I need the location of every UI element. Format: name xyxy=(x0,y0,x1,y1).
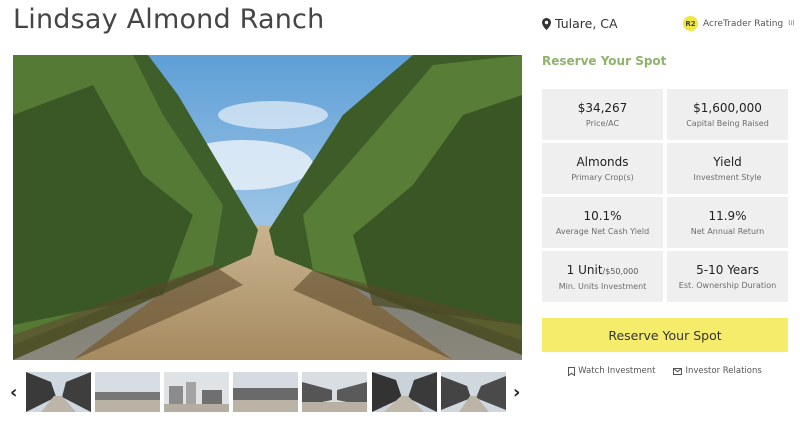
hero-image xyxy=(13,55,522,360)
location-text: Tulare, CA xyxy=(555,16,618,31)
stat-value: 10.1% xyxy=(583,209,622,223)
investor-relations-label: Investor Relations xyxy=(685,366,762,376)
thumbnail[interactable] xyxy=(372,372,437,412)
stat-label: Primary Crop(s) xyxy=(571,173,634,182)
stat-label: Price/AC xyxy=(585,119,620,128)
stat-net-return: 11.9% Net Annual Return xyxy=(667,197,788,248)
reserve-spot-link[interactable]: Reserve Your Spot xyxy=(542,54,666,68)
investment-stats: $34,267 Price/AC $1,600,000 Capital Bein… xyxy=(542,89,788,302)
chevron-left-icon[interactable]: ‹ xyxy=(10,382,17,403)
stat-label: Investment Style xyxy=(693,173,762,182)
stat-capital-raised: $1,600,000 Capital Being Raised xyxy=(667,89,788,140)
thumbnail[interactable] xyxy=(95,372,160,412)
stat-value: Yield xyxy=(713,155,742,169)
stat-label: Min. Units Investment xyxy=(558,281,647,291)
stat-primary-crop: Almonds Primary Crop(s) xyxy=(542,143,663,194)
stat-value: Almonds xyxy=(576,155,629,169)
rating-badge: R2 xyxy=(683,16,698,31)
stat-value: 1 Unit/$50,000 xyxy=(567,263,639,279)
thumbnail[interactable] xyxy=(26,372,91,412)
rating-info-icon[interactable]: (i) xyxy=(788,20,794,27)
thumbnail[interactable] xyxy=(441,372,506,412)
stat-label: Net Annual Return xyxy=(690,227,765,236)
thumbnail-carousel: ‹ › xyxy=(0,370,540,414)
acretrader-rating[interactable]: R2 AcreTrader Rating (i) xyxy=(683,16,795,31)
stat-price-per-acre: $34,267 Price/AC xyxy=(542,89,663,140)
stat-value-unit-price: /$50,000 xyxy=(602,266,639,276)
reserve-spot-button[interactable]: Reserve Your Spot xyxy=(542,318,788,352)
map-pin-icon xyxy=(542,17,551,30)
stat-min-units: 1 Unit/$50,000 Min. Units Investment xyxy=(542,251,663,302)
stat-cash-yield: 10.1% Average Net Cash Yield xyxy=(542,197,663,248)
stat-ownership-duration: 5-10 Years Est. Ownership Duration xyxy=(667,251,788,302)
rating-label: AcreTrader Rating xyxy=(703,18,784,29)
stat-investment-style: Yield Investment Style xyxy=(667,143,788,194)
location: Tulare, CA xyxy=(542,16,618,31)
chevron-right-icon[interactable]: › xyxy=(513,382,520,403)
watch-investment-link[interactable]: Watch Investment xyxy=(568,366,655,376)
stat-value-main: 1 Unit xyxy=(566,262,603,277)
watch-investment-label: Watch Investment xyxy=(578,366,656,376)
secondary-actions: Watch Investment Investor Relations xyxy=(542,366,788,376)
thumbnail[interactable] xyxy=(302,372,367,412)
stat-value: $1,600,000 xyxy=(693,101,762,115)
mail-icon xyxy=(673,367,683,375)
thumbnail[interactable] xyxy=(164,372,229,412)
stat-value: 5-10 Years xyxy=(696,263,759,277)
investor-relations-link[interactable]: Investor Relations xyxy=(673,366,762,376)
stat-label: Average Net Cash Yield xyxy=(555,227,650,236)
page-title: Lindsay Almond Ranch xyxy=(13,4,325,35)
bookmark-icon xyxy=(568,366,576,376)
stat-label: Est. Ownership Duration xyxy=(678,281,777,290)
thumbnail[interactable] xyxy=(233,372,298,412)
stat-label: Capital Being Raised xyxy=(686,119,769,128)
stat-value: 11.9% xyxy=(708,209,747,223)
stat-value: $34,267 xyxy=(577,101,628,115)
